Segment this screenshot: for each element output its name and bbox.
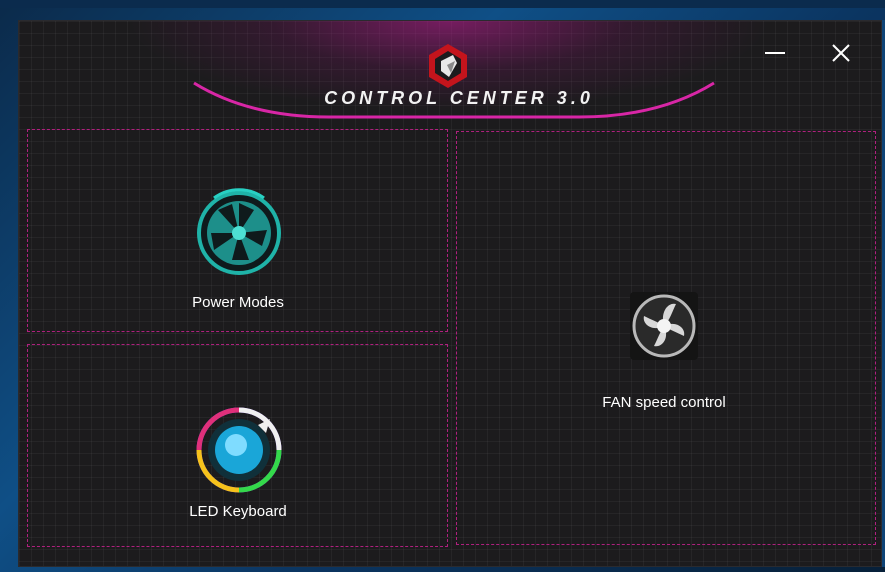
led-keyboard-panel: LED Keyboard (27, 344, 448, 547)
led-keyboard-button[interactable] (196, 407, 282, 493)
fan-speed-label: FAN speed control (602, 394, 726, 411)
power-modes-label: Power Modes (192, 294, 284, 311)
led-keyboard-icon (196, 407, 282, 493)
power-modes-panel: Power Modes (27, 129, 448, 332)
fan-speed-button[interactable] (630, 292, 698, 360)
power-modes-icon (197, 188, 281, 275)
fan-speed-panel: FAN speed control (456, 131, 876, 545)
minimize-icon (765, 52, 785, 54)
power-modes-button[interactable] (194, 188, 284, 278)
app-title: CONTROL CENTER 3.0 (324, 88, 594, 108)
header: CONTROL CENTER 3.0 (19, 21, 881, 121)
control-center-window: CONTROL CENTER 3.0 Power Modes LED Keybo… (18, 20, 882, 567)
close-icon (832, 44, 850, 62)
fan-icon (630, 292, 698, 360)
desktop-background (0, 0, 885, 8)
led-keyboard-label: LED Keyboard (189, 503, 287, 520)
minimize-button[interactable] (759, 39, 791, 67)
close-button[interactable] (825, 39, 857, 67)
